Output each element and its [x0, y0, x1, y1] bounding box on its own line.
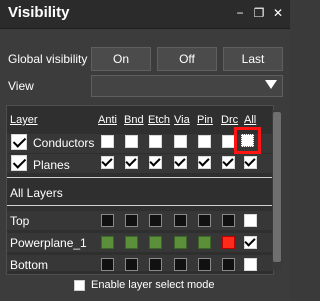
window-title: Visibility: [8, 4, 70, 21]
bottom-via-checkbox[interactable]: [174, 258, 187, 271]
top-pin-checkbox[interactable]: [198, 214, 211, 227]
planes-drc-checkbox[interactable]: [222, 156, 235, 169]
column-header-bnd[interactable]: Bnd: [124, 114, 144, 126]
column-header-layer: Layer: [10, 114, 38, 126]
planes-via-checkbox[interactable]: [174, 156, 187, 169]
top-drc-checkbox[interactable]: [222, 214, 235, 227]
planes-pin-checkbox[interactable]: [198, 156, 211, 169]
powerplane-anti-checkbox[interactable]: [101, 236, 114, 249]
column-header-etch[interactable]: Etch: [148, 114, 170, 126]
conductors-pin-checkbox[interactable]: [198, 135, 211, 148]
separator: [7, 177, 272, 178]
conductors-anti-checkbox[interactable]: [101, 135, 114, 148]
powerplane-via-checkbox[interactable]: [174, 236, 187, 249]
bottom-pin-checkbox[interactable]: [198, 258, 211, 271]
column-header-via[interactable]: Via: [174, 114, 190, 126]
conductors-etch-checkbox[interactable]: [149, 135, 162, 148]
minimize-icon[interactable]: −: [233, 6, 247, 20]
powerplane-bnd-checkbox[interactable]: [125, 236, 138, 249]
bottom-bnd-checkbox[interactable]: [125, 258, 138, 271]
view-label: View: [8, 79, 34, 93]
column-header-drc[interactable]: Drc: [221, 114, 238, 126]
top-etch-checkbox[interactable]: [149, 214, 162, 227]
chevron-down-icon[interactable]: [265, 80, 277, 89]
conductors-row-checkbox[interactable]: [11, 134, 27, 150]
row-label-conductors: Conductors: [33, 136, 95, 150]
row-label-planes: Planes: [33, 158, 70, 172]
global-visibility-off-button[interactable]: Off: [157, 47, 217, 71]
powerplane-etch-checkbox[interactable]: [149, 236, 162, 249]
top-all-checkbox[interactable]: [244, 214, 257, 227]
powerplane-pin-checkbox[interactable]: [198, 236, 211, 249]
bottom-anti-checkbox[interactable]: [101, 258, 114, 271]
top-via-checkbox[interactable]: [174, 214, 187, 227]
powerplane-drc-checkbox[interactable]: [222, 236, 235, 249]
enable-layer-select-label: Enable layer select mode: [91, 279, 215, 291]
planes-anti-checkbox[interactable]: [101, 156, 114, 169]
planes-all-checkbox[interactable]: [244, 156, 257, 169]
planes-etch-checkbox[interactable]: [149, 156, 162, 169]
powerplane-all-checkbox[interactable]: [244, 236, 257, 249]
column-header-all[interactable]: All: [244, 114, 256, 126]
column-header-anti[interactable]: Anti: [98, 114, 117, 126]
global-visibility-label: Global visibility: [8, 52, 88, 66]
row-label-top: Top: [10, 214, 30, 228]
top-bnd-checkbox[interactable]: [125, 214, 138, 227]
column-header-pin[interactable]: Pin: [197, 114, 213, 126]
top-anti-checkbox[interactable]: [101, 214, 114, 227]
view-dropdown[interactable]: [91, 75, 283, 97]
planes-row-checkbox[interactable]: [11, 155, 27, 171]
restore-icon[interactable]: ❐: [252, 6, 266, 20]
layer-grid-scrollbar[interactable]: [272, 110, 282, 270]
title-bar: Visibility − ❐ ✕: [0, 0, 290, 29]
row-label-powerplane-1: Powerplane_1: [10, 236, 87, 250]
bottom-drc-checkbox[interactable]: [222, 258, 235, 271]
bottom-all-checkbox[interactable]: [244, 258, 257, 271]
close-icon[interactable]: ✕: [271, 6, 285, 20]
row-label-all-layers: All Layers: [10, 186, 63, 200]
bottom-etch-checkbox[interactable]: [149, 258, 162, 271]
conductors-bnd-checkbox[interactable]: [125, 135, 138, 148]
separator: [7, 205, 272, 206]
global-visibility-on-button[interactable]: On: [91, 47, 151, 71]
conductors-via-checkbox[interactable]: [174, 135, 187, 148]
row-label-bottom: Bottom: [10, 258, 49, 272]
enable-layer-select-checkbox[interactable]: [74, 280, 85, 291]
planes-bnd-checkbox[interactable]: [125, 156, 138, 169]
conductors-all-checkbox[interactable]: [241, 134, 254, 147]
global-visibility-last-button[interactable]: Last: [223, 47, 283, 71]
scrollbar-thumb[interactable]: [273, 112, 281, 262]
